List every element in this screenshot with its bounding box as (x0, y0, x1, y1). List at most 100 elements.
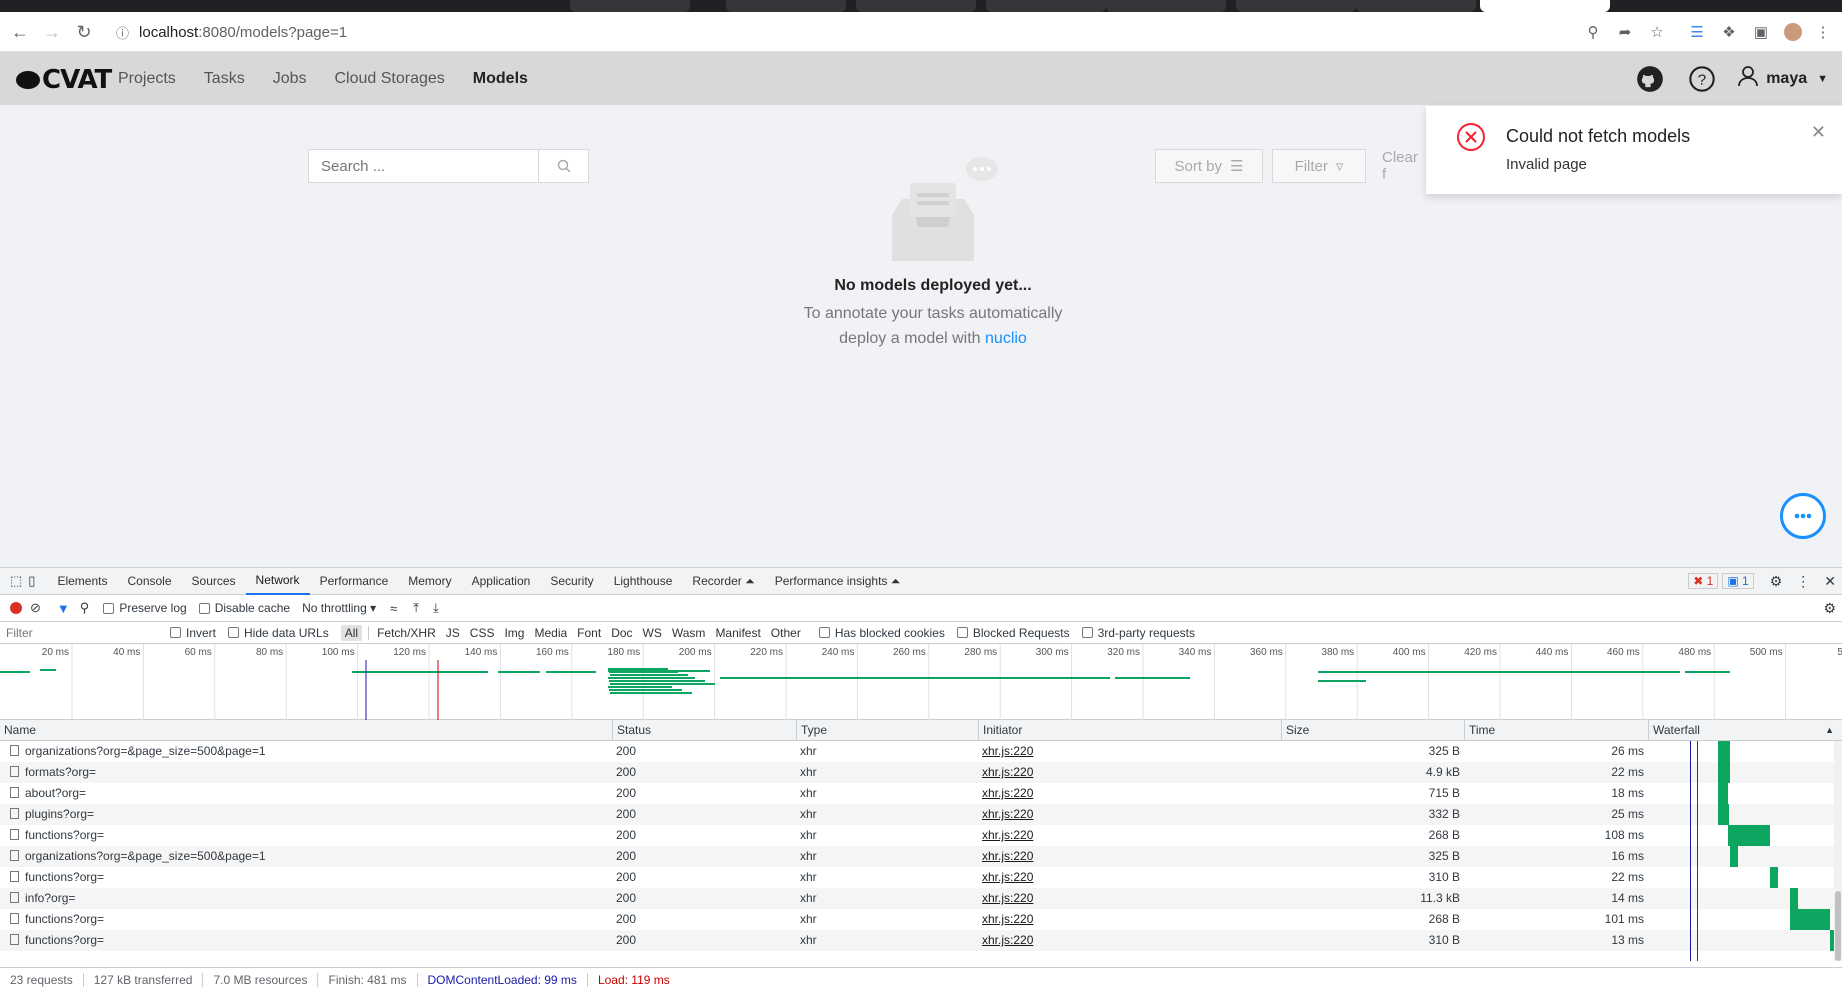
request-name[interactable]: functions?org= (0, 825, 612, 846)
url-field[interactable]: ⓘ localhost:8080/models?page=1 (110, 19, 1570, 45)
side-panel-icon[interactable]: ▣ (1750, 21, 1772, 43)
bookmark-star-icon[interactable]: ☆ (1646, 21, 1668, 43)
table-row[interactable]: functions?org= 200 xhr xhr.js:220 310 B 13 ms (0, 930, 1842, 951)
request-name[interactable]: functions?org= (0, 867, 612, 888)
preserve-log-checkbox[interactable]: Preserve log (103, 601, 187, 615)
github-icon[interactable] (1634, 63, 1666, 95)
nav-cloud-storages[interactable]: Cloud Storages (335, 70, 445, 88)
tab-application[interactable]: Application (462, 568, 541, 595)
column-header-time[interactable]: Time (1464, 720, 1648, 741)
type-filter-all[interactable]: All (340, 624, 363, 641)
network-settings-icon[interactable]: ⚙ (1823, 600, 1836, 617)
browser-tab[interactable] (1236, 0, 1356, 12)
network-overview-timeline[interactable]: 20 ms 40 ms 60 ms 80 ms 100 ms 120 ms 140 ms 16… (0, 644, 1842, 720)
type-filter-doc[interactable]: Doc (607, 625, 636, 641)
request-name[interactable]: functions?org= (0, 909, 612, 930)
scrollbar-thumb[interactable] (1835, 891, 1841, 961)
filter-button[interactable]: Filter ▿ (1272, 149, 1366, 183)
throttling-select[interactable]: No throttling ▾ (302, 601, 376, 615)
table-row[interactable]: organizations?org=&page_size=500&page=1 2… (0, 741, 1842, 762)
table-row[interactable]: about?org= 200 xhr xhr.js:220 715 B 18 ms (0, 783, 1842, 804)
message-count-badge[interactable]: ▣ 1 (1722, 573, 1754, 589)
type-filter-js[interactable]: JS (442, 625, 464, 641)
profile-avatar-icon[interactable] (1782, 21, 1804, 43)
cvat-logo[interactable]: CVAT (16, 65, 112, 95)
tab-memory[interactable]: Memory (398, 568, 461, 595)
clear-filters-button[interactable]: Clear f (1374, 149, 1424, 183)
help-icon[interactable]: ? (1686, 63, 1718, 95)
settings-gear-icon[interactable]: ⚙ (1770, 573, 1783, 590)
tab-security[interactable]: Security (540, 568, 603, 595)
column-header-size[interactable]: Size (1281, 720, 1464, 741)
type-filter-media[interactable]: Media (530, 625, 571, 641)
chat-button[interactable] (1780, 493, 1826, 539)
browser-tab[interactable] (726, 0, 846, 12)
browser-tab-active[interactable] (1480, 0, 1610, 12)
hide-data-urls-checkbox[interactable]: Hide data URLs (228, 626, 329, 640)
network-filter-input[interactable] (0, 625, 170, 640)
request-initiator[interactable]: xhr.js:220 (978, 783, 1281, 804)
column-header-waterfall[interactable]: Waterfall ▲ (1648, 720, 1842, 741)
browser-menu-icon[interactable]: ⋮ (1812, 21, 1834, 43)
close-icon[interactable]: ✕ (1811, 122, 1826, 143)
share-icon[interactable]: ➦ (1614, 21, 1636, 43)
table-row[interactable]: organizations?org=&page_size=500&page=1 2… (0, 846, 1842, 867)
type-filter-other[interactable]: Other (767, 625, 805, 641)
tab-console[interactable]: Console (117, 568, 181, 595)
back-icon[interactable]: ← (8, 20, 32, 44)
tab-performance-insights[interactable]: Performance insights ⏶ (765, 568, 911, 595)
clear-icon[interactable]: ⊘ (30, 600, 41, 616)
request-name[interactable]: info?org= (0, 888, 612, 909)
record-icon[interactable] (10, 602, 22, 614)
request-initiator[interactable]: xhr.js:220 (978, 867, 1281, 888)
device-toggle-icon[interactable]: ▯ (28, 573, 35, 589)
zoom-icon[interactable]: ⚲ (1582, 21, 1604, 43)
network-conditions-icon[interactable]: ≈ (390, 601, 397, 616)
column-header-initiator[interactable]: Initiator (978, 720, 1281, 741)
third-party-checkbox[interactable]: 3rd-party requests (1081, 626, 1195, 640)
nuclio-link[interactable]: nuclio (985, 330, 1027, 347)
tab-network[interactable]: Network (245, 568, 310, 595)
tab-performance[interactable]: Performance (310, 568, 399, 595)
table-row[interactable]: formats?org= 200 xhr xhr.js:220 4.9 kB 22 ms (0, 762, 1842, 783)
request-name[interactable]: organizations?org=&page_size=500&page=1 (0, 846, 612, 867)
type-filter-fetch-xhr[interactable]: Fetch/XHR (373, 625, 440, 641)
type-filter-manifest[interactable]: Manifest (711, 625, 764, 641)
browser-tab[interactable] (570, 0, 690, 12)
table-row[interactable]: functions?org= 200 xhr xhr.js:220 268 B 101 m… (0, 909, 1842, 930)
column-header-type[interactable]: Type (796, 720, 978, 741)
type-filter-font[interactable]: Font (573, 625, 605, 641)
sort-button[interactable]: Sort by ☰ (1155, 149, 1263, 183)
tab-elements[interactable]: Elements (47, 568, 117, 595)
invert-checkbox[interactable]: Invert (170, 626, 216, 640)
request-initiator[interactable]: xhr.js:220 (978, 741, 1281, 762)
tab-recorder[interactable]: Recorder ⏶ (682, 568, 764, 595)
extensions-icon[interactable]: ❖ (1718, 21, 1740, 43)
nav-models[interactable]: Models (473, 70, 528, 88)
type-filter-css[interactable]: CSS (466, 625, 499, 641)
type-filter-img[interactable]: Img (500, 625, 528, 641)
browser-tab[interactable] (986, 0, 1106, 12)
table-row[interactable]: functions?org= 200 xhr xhr.js:220 268 B 108 m… (0, 825, 1842, 846)
tab-sources[interactable]: Sources (182, 568, 246, 595)
tab-lighthouse[interactable]: Lighthouse (604, 568, 683, 595)
request-initiator[interactable]: xhr.js:220 (978, 888, 1281, 909)
translate-icon[interactable]: ☰ (1686, 21, 1708, 43)
request-initiator[interactable]: xhr.js:220 (978, 825, 1281, 846)
forward-icon[interactable]: → (40, 20, 64, 44)
column-header-name[interactable]: Name (0, 720, 612, 741)
type-filter-wasm[interactable]: Wasm (668, 625, 710, 641)
blocked-cookies-checkbox[interactable]: Has blocked cookies (818, 626, 945, 640)
nav-tasks[interactable]: Tasks (204, 70, 245, 88)
request-initiator[interactable]: xhr.js:220 (978, 909, 1281, 930)
export-har-icon[interactable]: ⤓ (433, 600, 439, 616)
request-name[interactable]: plugins?org= (0, 804, 612, 825)
browser-tab[interactable] (1106, 0, 1226, 12)
table-scrollbar[interactable] (1834, 741, 1842, 961)
reload-icon[interactable]: ↻ (72, 20, 96, 44)
request-initiator[interactable]: xhr.js:220 (978, 930, 1281, 951)
request-initiator[interactable]: xhr.js:220 (978, 762, 1281, 783)
import-har-icon[interactable]: ⤒ (413, 600, 419, 616)
browser-tab[interactable] (1356, 0, 1476, 12)
search-button[interactable] (538, 150, 588, 182)
